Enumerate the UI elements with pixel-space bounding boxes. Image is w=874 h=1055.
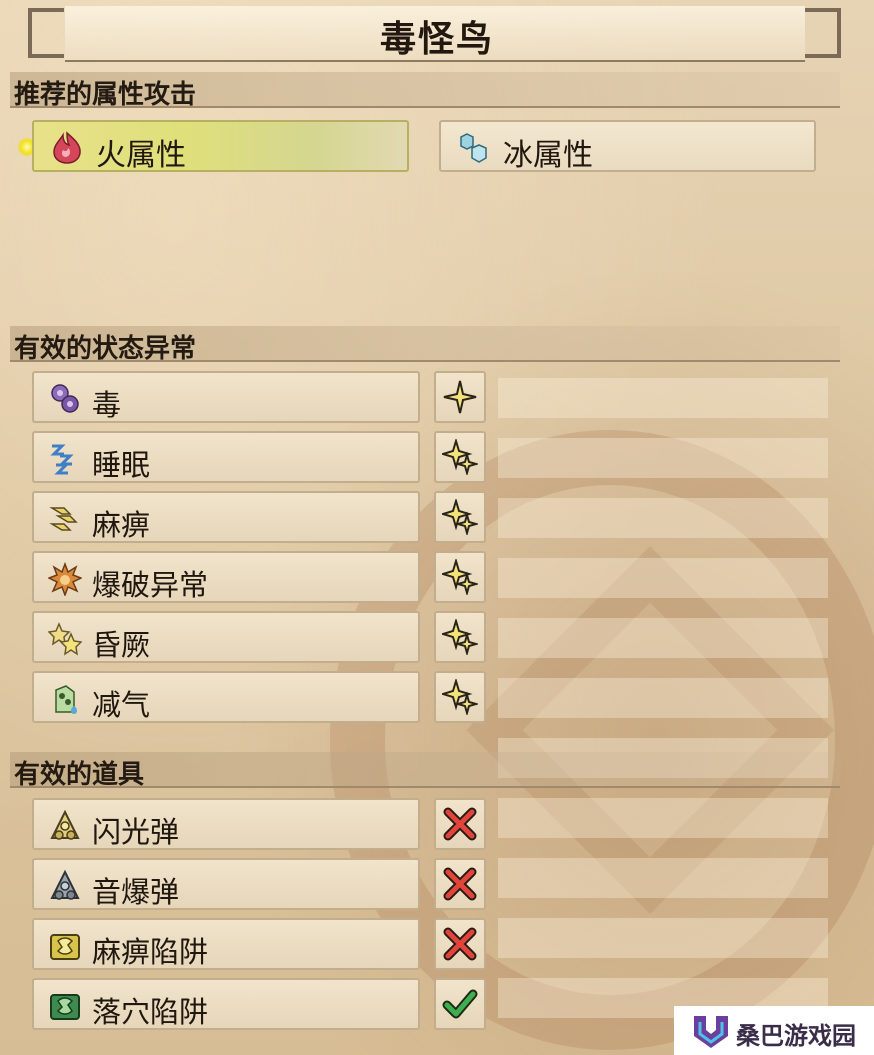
section-title: 有效的状态异常 [14,334,197,364]
section-header-items: 有效的道具 [10,752,840,790]
item-rating-shock-trap [434,918,486,970]
ailment-label: 减气 [92,688,151,722]
element-ice[interactable]: 冰属性 [439,120,816,173]
ailment-row-blast[interactable]: 爆破异常 [32,551,420,603]
ailment-rating-sleep [434,431,486,483]
item-label: 落穴陷阱 [92,995,209,1029]
stun-icon [48,622,82,656]
ailment-label: 麻痹 [92,508,151,542]
pitfall-trap-icon [50,994,80,1020]
fire-element-icon [53,131,81,164]
item-row-sonic-bomb[interactable]: 音爆弹 [32,858,420,910]
shock-trap-icon [50,934,80,960]
blast-icon [48,562,82,596]
item-label: 闪光弹 [92,815,180,849]
element-label: 火属性 [96,138,186,173]
double-star-icon [442,619,478,655]
flash-pod-icon [50,809,80,840]
star-icon [443,380,477,414]
ailment-rating-paralysis [434,491,486,543]
element-label: 冰属性 [503,138,593,173]
cross-icon [443,927,477,961]
item-row-pitfall-trap[interactable]: 落穴陷阱 [32,978,420,1030]
item-label: 音爆弹 [92,875,180,909]
section-title: 有效的道具 [14,760,145,790]
section-title: 推荐的属性攻击 [14,80,197,110]
ailment-rating-blast [434,551,486,603]
ice-element-icon [460,133,487,163]
sonic-bomb-icon [50,869,80,900]
double-star-icon [442,559,478,595]
cross-icon [443,867,477,901]
ailment-rating-poison [434,371,486,423]
item-rating-sonic-bomb [434,858,486,910]
item-rating-flash-pod [434,798,486,850]
poison-icon [51,384,79,413]
ailment-label: 睡眠 [92,448,151,482]
background-stripes [498,378,828,1038]
ailment-row-paralysis[interactable]: 麻痹 [32,491,420,543]
item-row-flash-pod[interactable]: 闪光弹 [32,798,420,850]
ailment-row-stun[interactable]: 昏厥 [32,611,420,663]
element-fire[interactable]: 火属性 [32,120,409,173]
title-bar: 毒怪鸟 [0,0,874,64]
ailment-row-poison[interactable]: 毒 [32,371,420,423]
site-watermark: 桑巴游戏园 [674,1006,874,1055]
watermark-logo-icon [694,1016,728,1048]
double-star-icon [442,499,478,535]
sleep-icon [50,444,74,475]
item-label: 麻痹陷阱 [92,935,209,969]
watermark-text: 桑巴游戏园 [736,1022,856,1050]
double-star-icon [442,439,478,475]
section-header-elements: 推荐的属性攻击 [10,72,840,110]
double-star-icon [442,679,478,715]
ailment-rating-exhaust [434,671,486,723]
exhaust-icon [55,685,77,714]
ailment-label: 昏厥 [92,628,151,662]
paralysis-icon [49,507,78,531]
section-header-ailments: 有效的状态异常 [10,326,840,364]
check-icon [442,989,478,1019]
page-title: 毒怪鸟 [379,19,494,60]
cross-icon [443,807,477,841]
item-rating-pitfall-trap [434,978,486,1030]
ailment-row-sleep[interactable]: 睡眠 [32,431,420,483]
ailment-row-exhaust[interactable]: 减气 [32,671,420,723]
ailment-label: 毒 [92,388,122,422]
item-row-shock-trap[interactable]: 麻痹陷阱 [32,918,420,970]
ailment-rating-stun [434,611,486,663]
ailment-label: 爆破异常 [92,568,209,602]
